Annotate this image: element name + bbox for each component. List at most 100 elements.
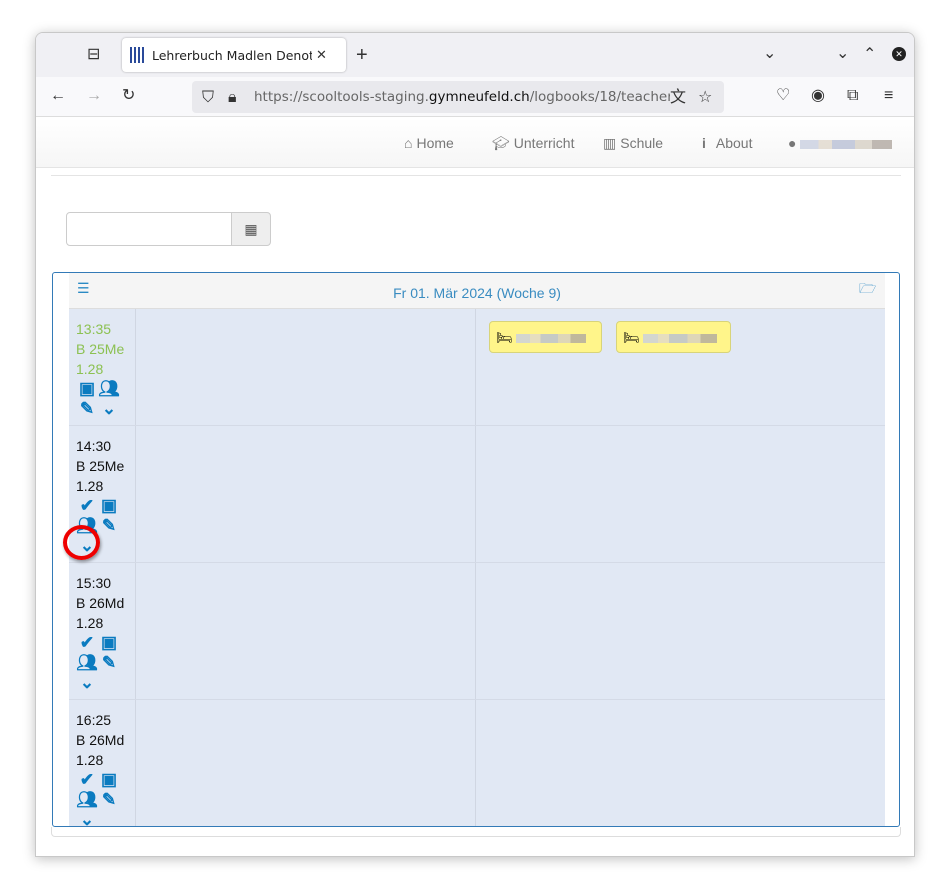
favicon-icon xyxy=(130,47,146,63)
account-icon[interactable]: ◉ xyxy=(811,88,825,104)
tab-bar: ⊟ Lehrerbuch Madlen Denoth ✕ + ⌄ ⌄ ⌃ ✕ xyxy=(36,33,914,77)
pocket-icon[interactable]: ♡ xyxy=(776,88,790,104)
tab-active[interactable]: Lehrerbuch Madlen Denoth ✕ xyxy=(122,38,346,72)
nav-user[interactable]: ● xyxy=(788,135,893,151)
chevron-double-down-icon[interactable]: ⌄ xyxy=(98,399,120,419)
absence-badge[interactable]: 🛏︎ xyxy=(489,321,602,353)
extensions-icon[interactable]: ⧉ xyxy=(847,88,858,104)
panel-title: Fr 01. Mär 2024 (Woche 9) xyxy=(393,285,561,301)
day-panel: ☰ Fr 01. Mär 2024 (Woche 9) 🗁 13:35 B 25… xyxy=(52,272,900,827)
lesson-grid: 13:35 B 25Me 1.28 ▣ 👥︎ ✎ ⌄ 🛏︎ 🛏︎ 14:30 B 2… xyxy=(69,309,885,826)
check-icon[interactable]: ✔ xyxy=(76,770,98,790)
home-icon: ⌂ xyxy=(404,135,413,151)
lesson-row: 14:30 B 25Me 1.28 ✔ ▣ 👥︎ ✎ ⌄ xyxy=(69,426,885,563)
user-name-blurred xyxy=(800,139,893,149)
lesson-room: 1.28 xyxy=(76,615,104,631)
lesson-time[interactable]: 16:25 xyxy=(76,710,135,730)
calendar-icon: ▦ xyxy=(244,221,258,237)
lesson-room: 1.28 xyxy=(76,478,104,494)
nav-unterricht[interactable]: 🎓︎ Unterricht xyxy=(492,135,574,152)
lesson-col xyxy=(136,426,476,562)
info-icon: i xyxy=(702,135,706,151)
browser-window: ⊟ Lehrerbuch Madlen Denoth ✕ + ⌄ ⌄ ⌃ ✕ ←… xyxy=(35,32,915,857)
nav-about[interactable]: i About xyxy=(702,135,752,151)
tab-title: Lehrerbuch Madlen Denoth xyxy=(152,47,312,63)
url-prefix: https://scooltools-staging. xyxy=(254,89,429,105)
edit-icon[interactable]: ✎ xyxy=(76,399,98,419)
new-tab-icon[interactable]: + xyxy=(356,45,368,65)
absence-badge[interactable]: 🛏︎ xyxy=(616,321,731,353)
users-icon[interactable]: 👥︎ xyxy=(76,790,98,810)
lesson-col xyxy=(136,309,476,425)
forward-icon[interactable]: → xyxy=(86,88,102,104)
site-navbar: ⌂ Home 🎓︎ Unterricht ▥ Schule i About ● xyxy=(36,118,914,168)
edit-icon[interactable]: ✎ xyxy=(98,653,120,673)
edit-icon[interactable]: ✎ xyxy=(98,790,120,810)
tab-list-icon[interactable]: ⊟ xyxy=(87,47,100,63)
lesson-time[interactable]: 15:30 xyxy=(76,573,135,593)
lock-icon: 🔒︎ xyxy=(228,87,237,106)
address-toolbar: ← → ↻ ⛉ 🔒︎ https://scooltools-staging.gy… xyxy=(36,77,914,117)
maximize-icon[interactable]: ⌃ xyxy=(863,47,876,63)
nav-home[interactable]: ⌂ Home xyxy=(404,135,454,151)
lesson-info: 13:35 B 25Me 1.28 ▣ 👥︎ ✎ ⌄ xyxy=(69,309,136,425)
lesson-class: B 25Me xyxy=(76,458,125,474)
back-icon[interactable]: ← xyxy=(50,88,66,104)
nav-schule-label: Schule xyxy=(620,135,664,151)
chevron-double-down-icon[interactable]: ⌄ xyxy=(76,673,98,693)
nav-unterricht-label: Unterricht xyxy=(513,135,575,151)
shield-icon: ⛉ xyxy=(202,87,215,106)
image-icon[interactable]: ▣ xyxy=(98,496,120,516)
divider xyxy=(51,175,901,176)
student-name-blurred xyxy=(516,334,587,344)
image-icon[interactable]: ▣ xyxy=(98,633,120,653)
lesson-room: 1.28 xyxy=(76,361,104,377)
nav-schule[interactable]: ▥ Schule xyxy=(603,135,663,152)
bed-icon: 🛏︎ xyxy=(623,330,640,345)
chevron-double-down-icon[interactable]: ⌄ xyxy=(76,810,98,826)
lesson-room: 1.28 xyxy=(76,752,104,768)
nav-home-label: Home xyxy=(416,135,454,151)
url-bar[interactable]: ⛉ 🔒︎ https://scooltools-staging.gymneufe… xyxy=(192,81,724,113)
image-icon[interactable]: ▣ xyxy=(98,770,120,790)
page: ⌂ Home 🎓︎ Unterricht ▥ Schule i About ● ▦ ☰ … xyxy=(36,118,914,856)
panel-footer xyxy=(51,827,901,837)
check-icon[interactable]: ✔ xyxy=(76,496,98,516)
lesson-col xyxy=(136,700,476,826)
chevron-down-icon[interactable]: ⌄ xyxy=(763,46,776,62)
translate-icon[interactable]: 文 xyxy=(670,89,687,105)
lesson-row: 16:25 B 26Md 1.28 ✔ ▣ 👥︎ ✎ ⌄ xyxy=(69,700,885,826)
lesson-time[interactable]: 13:35 xyxy=(76,319,135,339)
reload-icon[interactable]: ↻ xyxy=(122,88,135,104)
edit-icon[interactable]: ✎ xyxy=(98,516,120,536)
url-domain: gymneufeld.ch xyxy=(428,89,530,105)
graduation-cap-icon: 🎓︎ xyxy=(492,135,510,151)
lesson-info: 16:25 B 26Md 1.28 ✔ ▣ 👥︎ ✎ ⌄ xyxy=(69,700,136,826)
users-icon[interactable]: 👥︎ xyxy=(98,379,120,399)
lesson-col xyxy=(136,563,476,699)
minimize-icon[interactable]: ⌄ xyxy=(836,46,849,62)
nav-about-label: About xyxy=(715,135,753,151)
url-path: /logbooks/18/teacher xyxy=(529,89,673,105)
lesson-class: B 26Md xyxy=(76,595,125,611)
lesson-class: B 25Me xyxy=(76,341,125,357)
lesson-info: 15:30 B 26Md 1.28 ✔ ▣ 👥︎ ✎ ⌄ xyxy=(69,563,136,699)
menu-icon[interactable]: ≡ xyxy=(884,88,893,104)
folder-open-icon[interactable]: 🗁 xyxy=(859,281,876,295)
calendar-button[interactable]: ▦ xyxy=(231,212,271,246)
highlight-circle xyxy=(63,525,100,560)
student-name-blurred xyxy=(643,334,718,344)
bookmark-star-icon[interactable]: ☆ xyxy=(698,89,713,105)
check-icon[interactable]: ✔ xyxy=(76,633,98,653)
school-icon: ▥ xyxy=(603,135,617,151)
user-icon: ● xyxy=(788,135,797,151)
image-icon[interactable]: ▣ xyxy=(76,379,98,399)
lesson-row: 15:30 B 26Md 1.28 ✔ ▣ 👥︎ ✎ ⌄ xyxy=(69,563,885,700)
lesson-class: B 26Md xyxy=(76,732,125,748)
lesson-time[interactable]: 14:30 xyxy=(76,436,135,456)
panel-header: ☰ Fr 01. Mär 2024 (Woche 9) 🗁 xyxy=(69,273,885,309)
close-tab-icon[interactable]: ✕ xyxy=(316,48,327,63)
date-input[interactable] xyxy=(66,212,232,246)
users-icon[interactable]: 👥︎ xyxy=(76,653,98,673)
close-window-icon[interactable]: ✕ xyxy=(892,47,906,61)
